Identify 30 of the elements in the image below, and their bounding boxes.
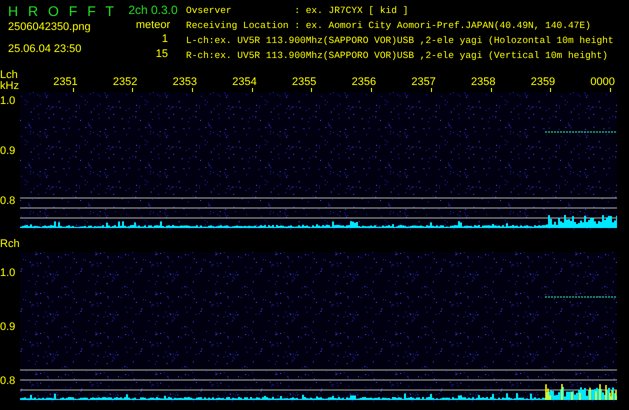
filename-text: 2506042350.png xyxy=(8,21,92,33)
time-label: 2351 xyxy=(53,76,79,88)
time-label: 2353 xyxy=(172,76,198,88)
frequency-tick-label: 1.0 xyxy=(0,96,16,107)
channel-label: Rch xyxy=(0,238,20,250)
time-label: 2357 xyxy=(411,76,437,88)
frequency-tick-label: 0.9 xyxy=(0,146,16,157)
unit-label: kHz xyxy=(0,81,20,92)
version-text: 2ch 0.3.0 xyxy=(128,3,178,17)
time-label: 2355 xyxy=(292,76,318,88)
meteor-label: meteor xyxy=(136,19,170,31)
info-line: Ovserver : ex. JR7CYX [ kid ] xyxy=(186,4,410,18)
meteor-count: 15 xyxy=(154,47,168,61)
time-label: 2356 xyxy=(352,76,378,88)
frequency-tick-label: 0.8 xyxy=(0,376,16,387)
info-line: L-ch:ex. UV5R 113.900Mhz(SAPPORO VOR)USB ,2-ele yagi (Holozontal 10m height xyxy=(186,34,614,48)
timestamp-text: 25.06.04 23:50 xyxy=(8,43,82,55)
app-title: H R O F F T xyxy=(8,3,118,19)
channel-label: Lch xyxy=(0,70,19,81)
time-label: 2354 xyxy=(232,76,258,88)
time-label: 2359 xyxy=(530,76,556,88)
info-line: R-ch:ex. UV5R 113.900Mhz(SAPPORO VOR)USB ,2-ele yagi (Vertical 10m height) xyxy=(186,49,609,63)
time-label: 2358 xyxy=(471,76,496,88)
frequency-tick-label: 1.0 xyxy=(0,268,16,279)
meteor-count: 1 xyxy=(160,32,168,47)
time-label: 2352 xyxy=(112,76,138,88)
time-label: 0000 xyxy=(590,76,616,88)
frequency-tick-label: 0.8 xyxy=(0,196,16,207)
info-line: Receiving Location : ex. Aomori City Aomori-Pref.JAPAN(40.49N, 140.47E) xyxy=(186,19,592,33)
frequency-tick-label: 0.9 xyxy=(0,322,16,333)
